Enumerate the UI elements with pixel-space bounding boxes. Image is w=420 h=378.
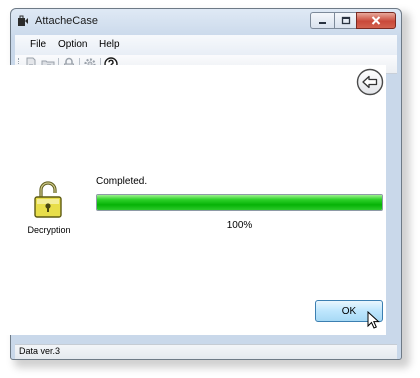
close-button[interactable] bbox=[356, 12, 396, 29]
window-title: AttacheCase bbox=[35, 15, 98, 27]
mouse-cursor-icon bbox=[367, 311, 380, 329]
menu-bar: File Option Help bbox=[15, 35, 397, 55]
progress-bar-fill bbox=[97, 195, 382, 210]
minimize-button[interactable] bbox=[310, 12, 334, 29]
title-bar[interactable]: AttacheCase bbox=[11, 9, 401, 35]
caption-buttons bbox=[310, 12, 396, 29]
data-version-text: Data ver.3 bbox=[19, 346, 61, 356]
minimize-icon bbox=[319, 22, 326, 24]
status-text: Completed. bbox=[96, 176, 148, 187]
menu-help[interactable]: Help bbox=[99, 39, 120, 50]
progress-percent: 100% bbox=[226, 220, 253, 231]
status-bar: Data ver.3 bbox=[15, 344, 397, 359]
maximize-icon bbox=[341, 16, 350, 25]
back-arrow-icon[interactable] bbox=[356, 68, 384, 96]
menu-file[interactable]: File bbox=[30, 39, 46, 50]
decryption-label: Decryption bbox=[27, 225, 71, 235]
close-icon bbox=[371, 16, 381, 25]
progress-bar bbox=[96, 194, 383, 211]
attachecase-app-icon bbox=[18, 15, 28, 26]
maximize-button[interactable] bbox=[334, 12, 356, 29]
unlocked-padlock-icon bbox=[34, 181, 62, 218]
menu-option[interactable]: Option bbox=[58, 39, 87, 50]
